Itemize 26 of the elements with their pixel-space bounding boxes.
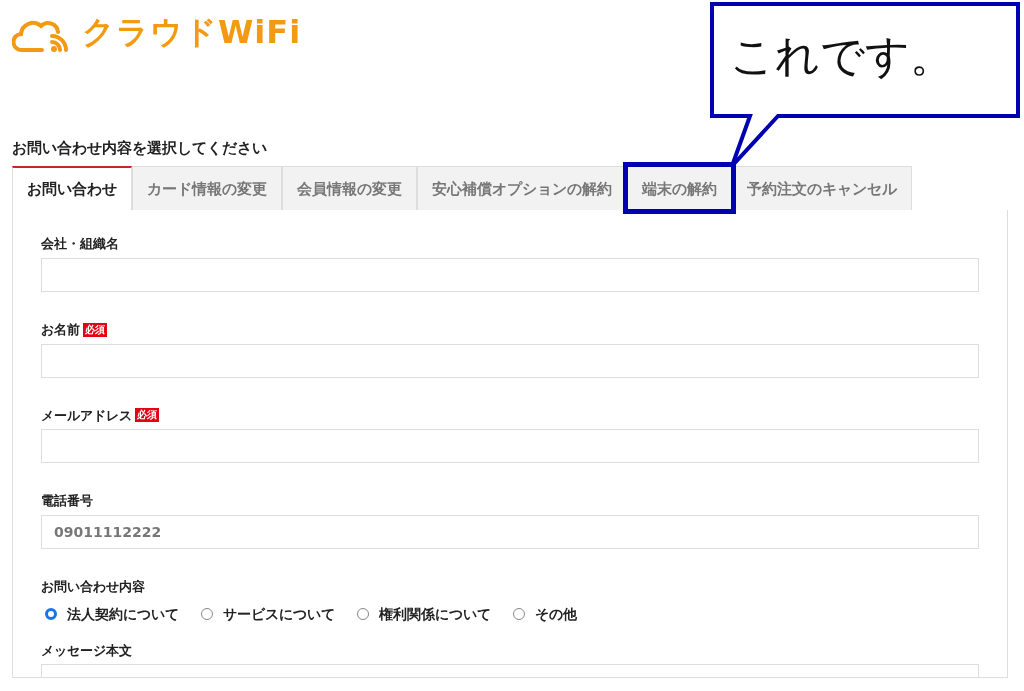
radio-button[interactable] [357, 608, 369, 621]
input-field[interactable] [41, 343, 979, 378]
page-heading: お問い合わせ内容を選択してください [12, 140, 268, 158]
radio-button[interactable] [513, 608, 525, 621]
field-label: 電話番号 [41, 493, 93, 509]
radio-label[interactable]: その他 [535, 604, 577, 625]
radio-button[interactable] [201, 608, 213, 621]
radio-label[interactable]: サービスについて [223, 604, 335, 625]
tab[interactable]: カード情報の変更 [132, 166, 282, 211]
callout-text: これです。 [730, 30, 954, 83]
tab[interactable]: 会員情報の変更 [282, 166, 417, 211]
radio-button[interactable] [45, 608, 57, 621]
logo-text: クラウドWiFi [82, 16, 302, 48]
input-field[interactable] [41, 258, 979, 292]
field-label: 会社・組織名 [41, 236, 119, 252]
radio-label[interactable]: 権利関係について [379, 604, 491, 625]
tab[interactable]: お問い合わせ [12, 166, 132, 211]
required-badge: 必須 [83, 322, 107, 337]
field-label: お問い合わせ内容 [41, 578, 145, 595]
field-label: メールアドレス [41, 407, 132, 424]
field-label: メッセージ本文 [41, 642, 132, 659]
radio-label[interactable]: 法人契約について [67, 604, 179, 625]
field-label: お名前 [41, 322, 80, 338]
required-badge: 必須 [135, 408, 159, 423]
input-field[interactable]: 09011112222 [41, 514, 979, 549]
input-field[interactable] [41, 429, 979, 464]
